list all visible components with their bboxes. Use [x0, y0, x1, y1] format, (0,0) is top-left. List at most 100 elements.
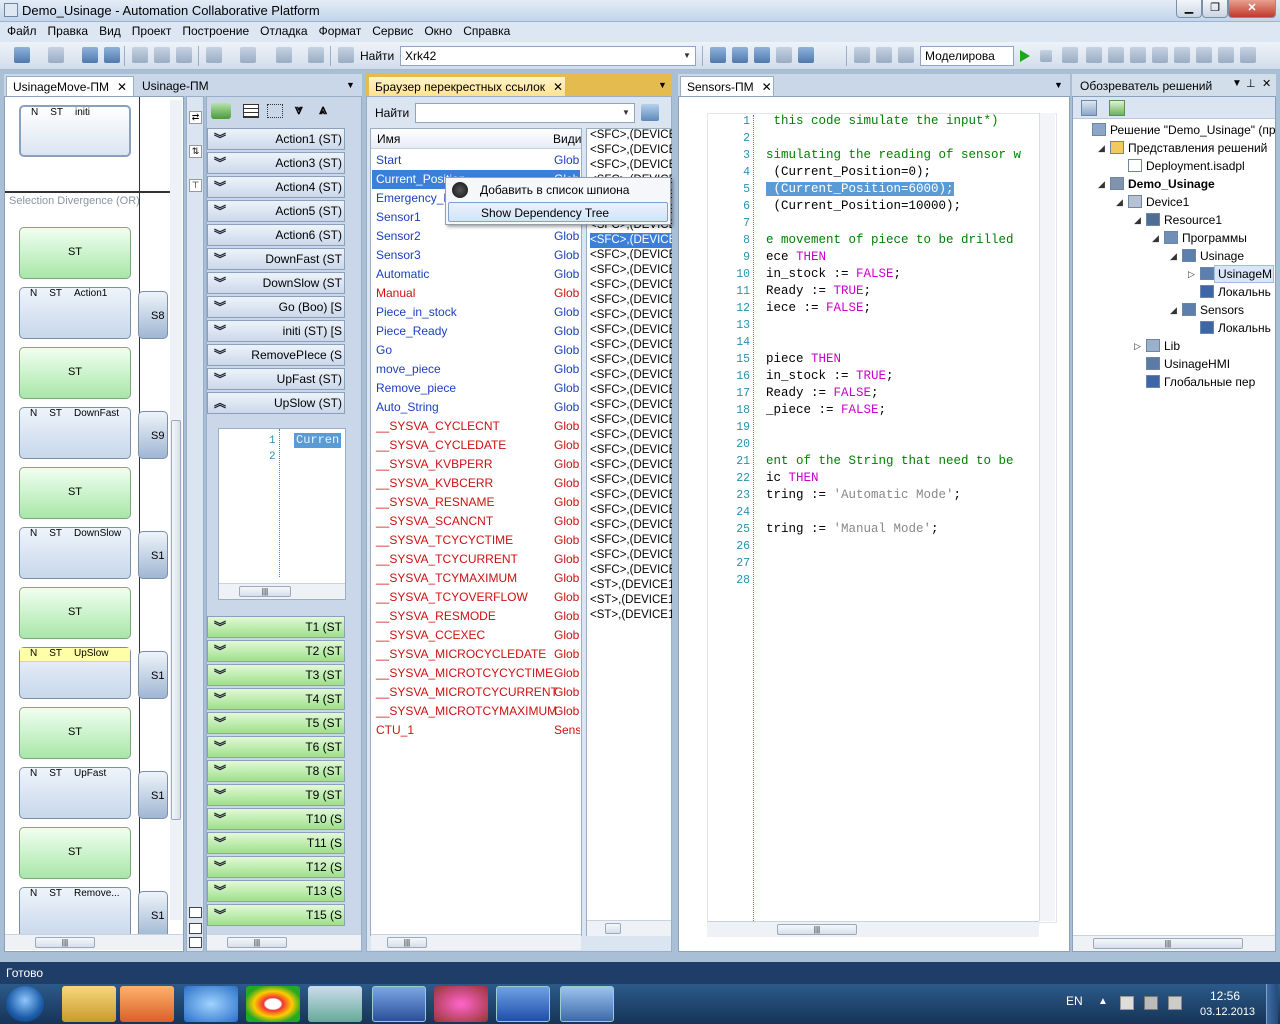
- add-item-icon[interactable]: [48, 47, 64, 63]
- transition-item[interactable]: ︾ T5 (ST: [207, 712, 345, 734]
- tool-transition-icon[interactable]: ⇅: [189, 145, 202, 158]
- chevron-down-icon[interactable]: ▼: [680, 48, 694, 64]
- refresh-icon[interactable]: [211, 103, 231, 119]
- xref-row-name[interactable]: __SYSVA_MICROCYCLEDATE: [376, 645, 546, 664]
- clock-date[interactable]: 03.12.2013: [1200, 1006, 1255, 1018]
- tool1-icon[interactable]: [710, 47, 726, 63]
- tree-expander-icon[interactable]: ◢: [1170, 247, 1177, 265]
- transition-item[interactable]: ︾ T13 (S: [207, 880, 345, 902]
- transition-item[interactable]: ︾ T1 (ST: [207, 616, 345, 638]
- grid1-icon[interactable]: [854, 47, 870, 63]
- chevron-down-icon[interactable]: ︾: [214, 249, 226, 269]
- chevron-down-icon[interactable]: ︾: [214, 617, 226, 637]
- chevron-down-icon[interactable]: ︾: [214, 785, 226, 805]
- chevron-down-icon[interactable]: ︾: [214, 833, 226, 853]
- xref-reference[interactable]: <SFC>,(DEVICE: [590, 383, 672, 398]
- tab-sensors[interactable]: Sensors-ПМ ✕: [680, 76, 774, 96]
- menu-item[interactable]: Правка: [41, 22, 93, 38]
- sfc-transition-step[interactable]: ST: [19, 587, 131, 639]
- tools-icon[interactable]: [776, 47, 792, 63]
- gear-icon[interactable]: [1240, 47, 1256, 63]
- xref-row-scope[interactable]: Glob: [554, 398, 580, 417]
- close-icon[interactable]: ✕: [1262, 77, 1271, 90]
- explorer-icon[interactable]: [62, 986, 116, 1022]
- tab-xref[interactable]: Браузер перекрестных ссылок ✕: [368, 76, 566, 96]
- tool2-icon[interactable]: [732, 47, 748, 63]
- word-icon[interactable]: [496, 986, 550, 1022]
- pin-icon[interactable]: ⊥: [1246, 77, 1256, 90]
- xref-row-name[interactable]: __SYSVA_TCYMAXIMUM: [376, 569, 517, 588]
- scroll-thumb[interactable]: [605, 923, 621, 934]
- xref-row-name[interactable]: move_piece: [376, 360, 441, 379]
- code-line[interactable]: (Current_Position=10000);: [766, 198, 962, 215]
- transition-item[interactable]: ︾ T4 (ST: [207, 688, 345, 710]
- sfc-step[interactable]: N ST DownSlow: [19, 527, 131, 579]
- code-line[interactable]: iece := FALSE;: [766, 300, 871, 317]
- xref-row-name[interactable]: __SYSVA_KVBCERR: [376, 474, 493, 493]
- col-scope[interactable]: Види: [553, 132, 581, 146]
- xref-row-name[interactable]: __SYSVA_MICROTCYCURRENT: [376, 683, 558, 702]
- xref-reference[interactable]: <SFC>,(DEVICE: [590, 248, 672, 263]
- sfc-step[interactable]: N ST initi: [19, 105, 131, 157]
- sfc-step[interactable]: N ST UpFast: [19, 767, 131, 819]
- xref-reference[interactable]: <SFC>,(DEVICE: [590, 143, 672, 158]
- menu-item[interactable]: Справка: [456, 22, 514, 38]
- tool5-icon[interactable]: [798, 47, 814, 63]
- undo-icon[interactable]: [206, 47, 222, 63]
- tree-expander-icon[interactable]: ◢: [1134, 211, 1141, 229]
- chevron-down-icon[interactable]: ︾: [214, 737, 226, 757]
- tree-item[interactable]: UsinageHMI: [1146, 355, 1230, 373]
- xref-reference[interactable]: <SFC>,(DEVICE: [590, 278, 672, 293]
- xref-row-name[interactable]: Start: [376, 151, 401, 170]
- tree-expander-icon[interactable]: ◢: [1170, 301, 1177, 319]
- action-item[interactable]: ︾ RemovePIece (S: [207, 344, 345, 366]
- chevron-up-icon[interactable]: ︽: [214, 393, 226, 413]
- actions-hscroll[interactable]: |||: [207, 934, 361, 950]
- clock-time[interactable]: 12:56: [1210, 989, 1240, 1003]
- xref-row-name[interactable]: __SYSVA_RESMODE: [376, 607, 496, 626]
- xref-row-name[interactable]: __SYSVA_MICROTCYCYCTIME: [376, 664, 553, 683]
- step4-icon[interactable]: [1130, 47, 1146, 63]
- xref-row-name[interactable]: Auto_String: [376, 398, 439, 417]
- action-item[interactable]: ︾ DownFast (ST: [207, 248, 345, 270]
- transition-item[interactable]: ︾ T12 (S: [207, 856, 345, 878]
- action-item[interactable]: ︾ Action1 (ST): [207, 128, 345, 150]
- transition-item[interactable]: ︾ T9 (ST: [207, 784, 345, 806]
- chevron-down-icon[interactable]: ︾: [214, 177, 226, 197]
- xref-row-name[interactable]: __SYSVA_TCYCYCTIME: [376, 531, 513, 550]
- paste-icon[interactable]: [176, 47, 192, 63]
- chevron-down-icon[interactable]: ▼: [346, 80, 355, 90]
- tree-item[interactable]: Локальнь: [1200, 283, 1271, 301]
- navigate-forward-icon[interactable]: [308, 47, 324, 63]
- close-icon[interactable]: ✕: [553, 80, 563, 94]
- sfc-side-step[interactable]: S9: [138, 411, 168, 459]
- xref-reference[interactable]: <SFC>,(DEVICE: [590, 503, 672, 518]
- minimize-button[interactable]: ▁: [1176, 0, 1202, 18]
- xref-row-scope[interactable]: Glob: [554, 379, 580, 398]
- chevron-down-icon[interactable]: ︾: [214, 689, 226, 709]
- action-item[interactable]: ︽ UpSlow (ST): [207, 392, 345, 414]
- chevron-down-icon[interactable]: ︾: [214, 857, 226, 877]
- mini-hscroll[interactable]: |||: [219, 583, 345, 599]
- menu-item[interactable]: Построение: [175, 22, 253, 38]
- grid2-icon[interactable]: [876, 47, 892, 63]
- action-code-editor[interactable]: 1 2 Curren |||: [218, 428, 346, 600]
- scroll-thumb[interactable]: |||: [35, 937, 95, 948]
- code-line[interactable]: ent of the String that need to be: [766, 453, 1021, 470]
- step7-icon[interactable]: [1196, 47, 1212, 63]
- action-item[interactable]: ︾ Action6 (ST): [207, 224, 345, 246]
- flag-icon[interactable]: [1120, 996, 1134, 1010]
- sfc-vscroll[interactable]: [170, 100, 182, 920]
- step-icon[interactable]: [1062, 47, 1078, 63]
- action-item[interactable]: ︾ UpFast (ST): [207, 368, 345, 390]
- close-icon[interactable]: ✕: [117, 80, 127, 94]
- xref-reference[interactable]: <SFC>,(DEVICE: [590, 428, 672, 443]
- xref-reference[interactable]: <SFC>,(DEVICE: [590, 533, 672, 548]
- refresh-icon[interactable]: [1109, 100, 1125, 116]
- xref-reference[interactable]: <SFC>,(DEVICE: [590, 458, 672, 473]
- redo-icon[interactable]: [240, 47, 256, 63]
- xref-row-scope[interactable]: Glob: [554, 322, 580, 341]
- xref-reference[interactable]: <SFC>,(DEVICE: [590, 263, 672, 278]
- sfc-side-step[interactable]: S1: [138, 531, 168, 579]
- xref-row-name[interactable]: Go: [376, 341, 392, 360]
